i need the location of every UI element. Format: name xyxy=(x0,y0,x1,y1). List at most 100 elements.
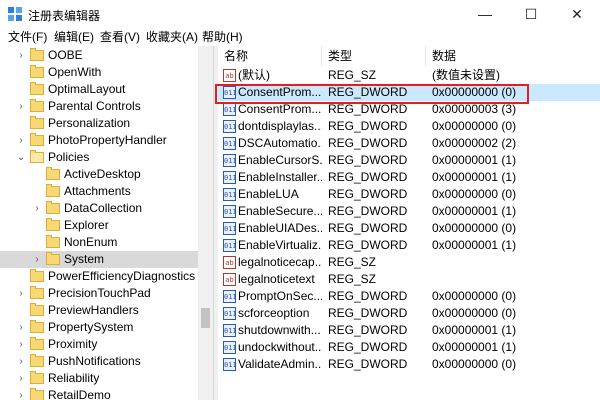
dword-value-icon: 011 xyxy=(223,137,237,150)
tree-item-label: PrecisionTouchPad xyxy=(48,286,151,300)
value-data: 0x00000001 (1) xyxy=(432,238,517,252)
value-row[interactable]: 011 ValidateAdmin... REG_DWORD 0x00000000 (… xyxy=(218,356,600,373)
value-row[interactable]: 011 dontdisplaylas... REG_DWORD 0x00000000 … xyxy=(218,118,600,135)
string-value-icon: ab xyxy=(223,273,236,286)
value-row[interactable]: 011 shutdownwith... REG_DWORD 0x00000001 (1… xyxy=(218,322,600,339)
close-button[interactable]: ✕ xyxy=(554,0,600,28)
tree-item[interactable]: › Reliability xyxy=(0,370,198,387)
tree-item[interactable]: › Parental Controls xyxy=(0,98,198,115)
value-row[interactable]: 011 EnableVirtualiz... REG_DWORD 0x00000001… xyxy=(218,237,600,254)
value-row[interactable]: 011 PromptOnSec... REG_DWORD 0x00000000 (0) xyxy=(218,288,600,305)
tree-item[interactable]: PowerEfficiencyDiagnostics xyxy=(0,268,198,285)
tree-item[interactable]: OptimalLayout xyxy=(0,81,198,98)
folder-icon xyxy=(46,218,60,231)
tree-item[interactable]: ActiveDesktop xyxy=(0,166,198,183)
value-data: 0x00000000 (0) xyxy=(432,221,517,235)
tree-item[interactable]: PreviewHandlers xyxy=(0,302,198,319)
column-header-name[interactable]: 名称 xyxy=(218,46,322,66)
expand-chevron-icon[interactable]: › xyxy=(16,353,26,370)
tree-item-label: OpenWith xyxy=(48,65,102,79)
value-row[interactable]: ab legalnoticetext REG_SZ xyxy=(218,271,600,288)
expand-chevron-icon[interactable]: › xyxy=(16,132,26,149)
value-row[interactable]: 011 EnableInstaller... REG_DWORD 0x00000001… xyxy=(218,169,600,186)
column-header-data[interactable]: 数据 xyxy=(426,46,600,66)
menu-favorites[interactable]: 收藏夹(A) xyxy=(144,28,200,46)
dword-value-icon: 011 xyxy=(223,341,237,354)
collapse-chevron-icon[interactable]: ⌄ xyxy=(16,149,26,166)
value-row[interactable]: 011 DSCAutomatio... REG_DWORD 0x00000002 (2… xyxy=(218,135,600,152)
value-data: 0x00000001 (1) xyxy=(432,153,517,167)
tree-item[interactable]: ⌄ Policies xyxy=(0,149,198,166)
expand-chevron-icon[interactable]: › xyxy=(16,387,26,400)
tree-item-label: Proximity xyxy=(48,337,98,351)
value-row[interactable]: 011 scforceoption REG_DWORD 0x00000000 (0) xyxy=(218,305,600,322)
tree-scrollbar-thumb[interactable] xyxy=(201,308,210,328)
expand-chevron-icon[interactable]: › xyxy=(16,370,26,387)
expand-chevron-icon[interactable]: › xyxy=(16,98,26,115)
tree-item[interactable]: › RetailDemo xyxy=(0,387,198,400)
tree-item[interactable]: OpenWith xyxy=(0,64,198,81)
expand-chevron-icon[interactable]: › xyxy=(32,251,42,268)
tree-item[interactable]: Attachments xyxy=(0,183,198,200)
expand-chevron-icon[interactable]: › xyxy=(16,319,26,336)
value-row[interactable]: 011 EnableCursorS... REG_DWORD 0x00000001 (… xyxy=(218,152,600,169)
value-row[interactable]: 011 EnableLUA REG_DWORD 0x00000000 (0) xyxy=(218,186,600,203)
value-name: legalnoticetext xyxy=(238,272,315,286)
tree-item[interactable]: › Proximity xyxy=(0,336,198,353)
value-name: EnableSecure... xyxy=(238,204,322,218)
minimize-button[interactable]: — xyxy=(462,0,508,28)
string-value-icon: ab xyxy=(223,256,236,269)
menu-help[interactable]: 帮助(H) xyxy=(200,28,245,46)
value-row[interactable]: 011 EnableUIADes... REG_DWORD 0x00000000 (0… xyxy=(218,220,600,237)
value-row[interactable]: 011 EnableSecure... REG_DWORD 0x00000001 (1… xyxy=(218,203,600,220)
tree-item[interactable]: › PrecisionTouchPad xyxy=(0,285,198,302)
folder-icon xyxy=(30,82,44,95)
menu-edit[interactable]: 编辑(E) xyxy=(52,28,96,46)
tree-item[interactable]: › PushNotifications xyxy=(0,353,198,370)
value-type: REG_DWORD xyxy=(328,187,408,201)
value-data: 0x00000000 (0) xyxy=(432,289,517,303)
value-row[interactable]: ab legalnoticecap... REG_SZ xyxy=(218,254,600,271)
expand-chevron-icon[interactable]: › xyxy=(16,47,26,64)
menu-view[interactable]: 查看(V) xyxy=(98,28,142,46)
expand-chevron-icon[interactable]: › xyxy=(16,285,26,302)
tree-item[interactable]: › OOBE xyxy=(0,47,198,64)
value-data: 0x00000001 (1) xyxy=(432,170,517,184)
menu-file[interactable]: 文件(F) xyxy=(6,28,49,46)
tree-scrollbar[interactable] xyxy=(198,46,213,400)
value-row[interactable]: 011 undockwithout... REG_DWORD 0x00000001 (… xyxy=(218,339,600,356)
folder-icon xyxy=(30,337,44,350)
maximize-button[interactable]: ☐ xyxy=(508,0,554,28)
highlight-annotation-box xyxy=(215,84,529,104)
tree-item-label: System xyxy=(64,252,105,266)
value-type: REG_DWORD xyxy=(328,170,408,184)
tree-item[interactable]: › System xyxy=(0,251,198,268)
tree-item[interactable]: NonEnum xyxy=(0,234,198,251)
tree-item[interactable]: › DataCollection xyxy=(0,200,198,217)
tree-item-label: PushNotifications xyxy=(48,354,141,368)
tree-item[interactable]: › PhotoPropertyHandler xyxy=(0,132,198,149)
folder-icon xyxy=(30,150,44,163)
string-value-icon: ab xyxy=(223,69,236,82)
value-row[interactable]: ab (默认) REG_SZ (数值未设置) xyxy=(218,67,600,84)
folder-icon xyxy=(46,184,60,197)
folder-icon xyxy=(30,303,44,316)
tree-item[interactable]: Explorer xyxy=(0,217,198,234)
dword-value-icon: 011 xyxy=(223,307,237,320)
column-header-type[interactable]: 类型 xyxy=(322,46,426,66)
dword-value-icon: 011 xyxy=(223,120,237,133)
tree-item[interactable]: Personalization xyxy=(0,115,198,132)
expand-chevron-icon[interactable]: › xyxy=(32,200,42,217)
expand-chevron-icon[interactable]: › xyxy=(16,336,26,353)
value-data: 0x00000000 (0) xyxy=(432,187,517,201)
tree-item-label: Parental Controls xyxy=(48,99,141,113)
value-type: REG_DWORD xyxy=(328,238,408,252)
value-type: REG_SZ xyxy=(328,272,377,286)
tree-item-label: NonEnum xyxy=(64,235,118,249)
tree-item[interactable]: › PropertySystem xyxy=(0,319,198,336)
value-type: REG_DWORD xyxy=(328,306,408,320)
folder-icon xyxy=(30,269,44,282)
